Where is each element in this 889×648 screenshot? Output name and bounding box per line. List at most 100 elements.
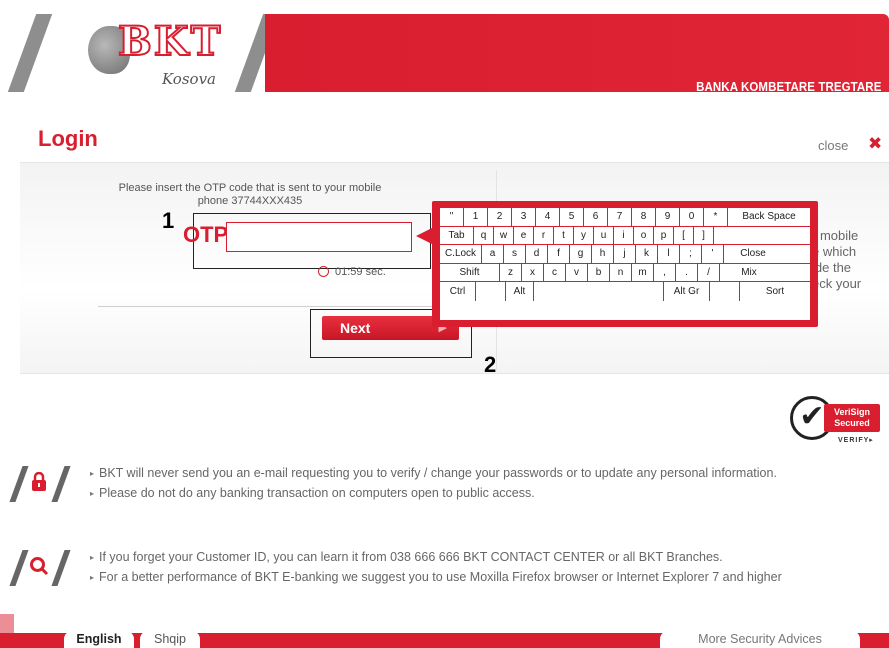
key-h[interactable]: h xyxy=(592,245,614,263)
key-3[interactable]: 3 xyxy=(512,208,536,226)
key-z[interactable]: z xyxy=(500,263,522,282)
key-m[interactable]: m xyxy=(632,263,654,282)
key-symbol-2-11[interactable]: ' xyxy=(702,245,724,263)
key-sort[interactable]: Sort xyxy=(740,282,810,301)
login-page: BKT Kosova BANKA KOMBETARE TREGTARE Logi… xyxy=(0,0,889,648)
key-u[interactable]: u xyxy=(594,226,614,245)
virtual-keyboard-grid: " 1 2 3 4 5 6 7 8 9 0 * Back Space Tab q w e r t y u i o p[] C.L… xyxy=(440,208,810,320)
key-b[interactable]: b xyxy=(588,263,610,282)
close-link[interactable]: close xyxy=(818,138,848,153)
key-l[interactable]: l xyxy=(658,245,680,263)
key-symbol-2-10[interactable]: ; xyxy=(680,245,702,263)
close-icon[interactable]: ✖ xyxy=(868,134,882,154)
bullet-icon: ▸ xyxy=(90,553,95,562)
key-alt-gr[interactable]: Alt Gr xyxy=(664,282,710,301)
page-title: Login xyxy=(38,126,98,151)
key-y[interactable]: y xyxy=(574,226,594,245)
key-blank[interactable] xyxy=(534,282,664,301)
key-t[interactable]: t xyxy=(554,226,574,245)
key-r[interactable]: r xyxy=(534,226,554,245)
key-n[interactable]: n xyxy=(610,263,632,282)
key-8[interactable]: 8 xyxy=(632,208,656,226)
key-symbol-3-8[interactable]: , xyxy=(654,263,676,282)
side-text-line: e which xyxy=(812,244,857,259)
header: BKT Kosova BANKA KOMBETARE TREGTARE xyxy=(0,0,889,95)
key-back-space[interactable]: Back Space xyxy=(728,208,810,226)
key-symbol-3-10[interactable]: / xyxy=(698,263,720,282)
key-c-lock[interactable]: C.Lock xyxy=(440,245,482,263)
key-g[interactable]: g xyxy=(570,245,592,263)
help-notice: ▸ If you forget your Customer ID, you can… xyxy=(90,550,880,585)
notice-text: For a better performance of BKT E-bankin… xyxy=(99,570,782,584)
key-0[interactable]: 0 xyxy=(680,208,704,226)
key-i[interactable]: i xyxy=(614,226,634,245)
side-text-line: ide the xyxy=(812,260,852,275)
key-6[interactable]: 6 xyxy=(584,208,608,226)
key-d[interactable]: d xyxy=(526,245,548,263)
key-j[interactable]: j xyxy=(614,245,636,263)
key-x[interactable]: x xyxy=(522,263,544,282)
key-q[interactable]: q xyxy=(474,226,494,245)
side-instruction-text: r mobile e which ide the eck your xyxy=(812,228,861,292)
slash-decor xyxy=(9,550,29,586)
key-shift[interactable]: Shift xyxy=(440,263,500,282)
key-e[interactable]: e xyxy=(514,226,534,245)
key-7[interactable]: 7 xyxy=(608,208,632,226)
key-5[interactable]: 5 xyxy=(560,208,584,226)
key-p[interactable]: p xyxy=(654,226,674,245)
key-9[interactable]: 9 xyxy=(656,208,680,226)
key-symbol-1-11[interactable]: [ xyxy=(674,226,694,245)
bullet-icon: ▸ xyxy=(90,573,95,582)
keyboard-pointer xyxy=(416,228,432,244)
side-text-line: r mobile xyxy=(812,228,859,243)
list-item: ▸ For a better performance of BKT E-banki… xyxy=(90,570,880,585)
key-close[interactable]: Close xyxy=(724,245,782,263)
key-w[interactable]: w xyxy=(494,226,514,245)
key-symbol-3-9[interactable]: . xyxy=(676,263,698,282)
next-button-label: Next xyxy=(340,320,371,336)
otp-label: OTP xyxy=(183,222,229,247)
key-tab[interactable]: Tab xyxy=(440,226,474,245)
list-item: ▸ BKT will never send you an e-mail reque… xyxy=(90,466,880,481)
key-4[interactable]: 4 xyxy=(536,208,560,226)
key-1[interactable]: 1 xyxy=(464,208,488,226)
key-symbol-0-11[interactable]: * xyxy=(704,208,728,226)
more-security-advices-link[interactable]: More Security Advices xyxy=(660,631,860,648)
key-o[interactable]: o xyxy=(634,226,654,245)
bkt-logo[interactable]: BKT Kosova xyxy=(70,10,240,92)
help-notice-icon xyxy=(8,550,72,586)
notice-text: Please do not do any banking transaction… xyxy=(99,486,535,500)
keyboard-row: Shift z x c v b n m,. / Mix xyxy=(440,263,810,283)
key-c[interactable]: c xyxy=(544,263,566,282)
language-english-tab[interactable]: English xyxy=(64,631,134,648)
key-s[interactable]: s xyxy=(504,245,526,263)
key-k[interactable]: k xyxy=(636,245,658,263)
key-ctrl[interactable]: Ctrl xyxy=(440,282,476,301)
header-band: BANKA KOMBETARE TREGTARE xyxy=(265,14,889,94)
language-shqip-tab[interactable]: Shqip xyxy=(140,631,200,648)
key-blank[interactable] xyxy=(714,227,770,245)
slash-decor xyxy=(51,466,71,502)
key-blank[interactable] xyxy=(476,282,506,301)
otp-input[interactable] xyxy=(226,222,412,252)
key-f[interactable]: f xyxy=(548,245,570,263)
key-symbol-0-0[interactable]: " xyxy=(440,208,464,226)
clock-icon xyxy=(318,266,329,277)
verisign-seal[interactable]: ✔ VeriSign Secured VERIFY▸ xyxy=(788,392,884,446)
otp-instruction: Please insert the OTP code that is sent … xyxy=(90,182,410,208)
key-2[interactable]: 2 xyxy=(488,208,512,226)
verisign-verify: VERIFY▸ xyxy=(838,437,874,444)
verisign-line2: Secured xyxy=(834,418,870,428)
key-a[interactable]: a xyxy=(482,245,504,263)
key-blank[interactable] xyxy=(710,282,740,301)
timer-text: 01:59 sec. xyxy=(335,266,386,278)
slash-decor xyxy=(9,466,29,502)
key-mix[interactable]: Mix xyxy=(720,264,778,282)
bullet-icon: ▸ xyxy=(90,489,95,498)
side-text-line: eck your xyxy=(812,276,862,291)
key-symbol-1-12[interactable]: ] xyxy=(694,226,714,245)
key-alt[interactable]: Alt xyxy=(506,282,534,301)
key-v[interactable]: v xyxy=(566,263,588,282)
logo-text: BKT xyxy=(117,17,223,66)
annotation-number-2: 2 xyxy=(484,352,497,377)
